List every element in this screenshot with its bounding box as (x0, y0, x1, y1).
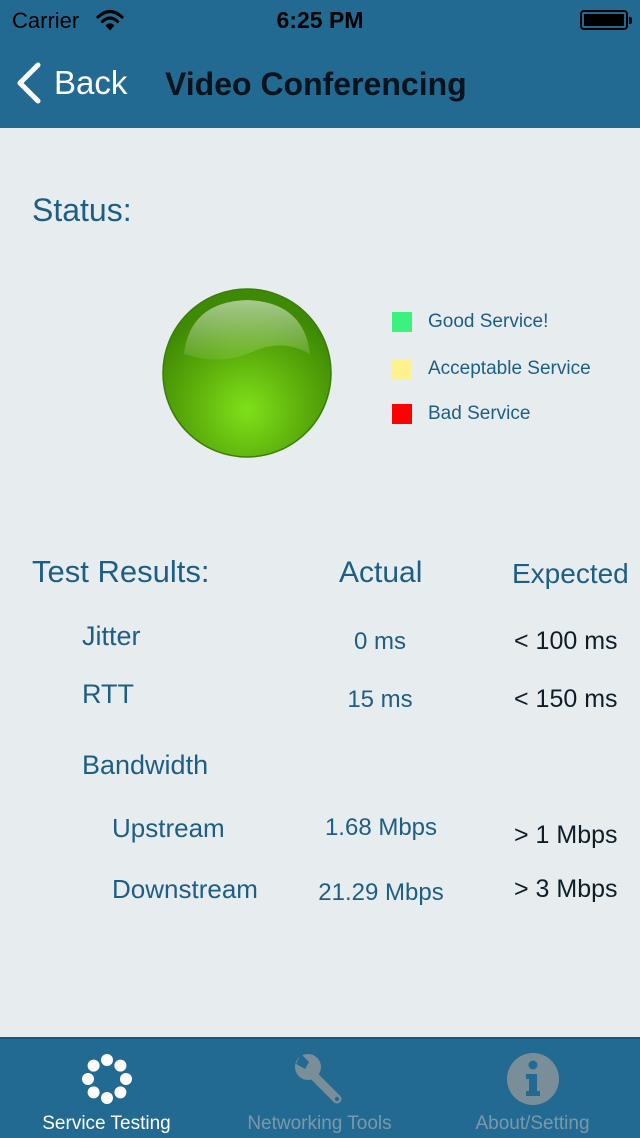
legend-swatch-good (392, 312, 412, 332)
tab-service-testing[interactable]: Service Testing (0, 1039, 213, 1138)
chevron-left-icon (17, 62, 41, 104)
info-icon (506, 1053, 559, 1105)
downstream-expected-value: > 3 Mbps (514, 875, 618, 903)
jitter-expected-value: < 100 ms (514, 627, 618, 655)
bandwidth-label: Bandwidth (82, 750, 209, 780)
jitter-label: Jitter (82, 621, 141, 651)
legend-item-good: Good Service! (392, 311, 548, 333)
status-bar: Carrier 6:25 PM (0, 0, 640, 40)
rtt-label: RTT (82, 679, 134, 709)
tab-bar: Service Testing Networking Tools About/S… (0, 1037, 640, 1138)
test-results-heading: Test Results: (32, 554, 210, 589)
actual-column-header: Actual (339, 556, 423, 589)
legend-item-bad: Bad Service (392, 403, 530, 425)
downstream-actual-value: 21.29 Mbps (318, 879, 444, 906)
downstream-label: Downstream (112, 874, 258, 904)
wrench-icon (294, 1054, 341, 1104)
legend-item-acceptable: Acceptable Service (392, 358, 591, 380)
tab-about-setting[interactable]: About/Setting (426, 1039, 639, 1138)
top-bar: Carrier 6:25 PM Back Video Conferencing (0, 0, 640, 128)
upstream-expected-value: > 1 Mbps (514, 821, 618, 849)
rtt-actual-value: 15 ms (347, 686, 413, 713)
back-label: Back (54, 64, 128, 101)
tab-networking-tools[interactable]: Networking Tools (213, 1039, 426, 1138)
legend-label-acceptable: Acceptable Service (428, 358, 591, 379)
tab-label-networking-tools: Networking Tools (247, 1113, 392, 1134)
legend-swatch-acceptable (392, 359, 412, 379)
clock-time: 6:25 PM (276, 7, 364, 33)
tab-label-service-testing: Service Testing (42, 1113, 171, 1134)
spinner-icon (81, 1054, 132, 1104)
tab-label-about-setting: About/Setting (475, 1113, 590, 1134)
legend-label-bad: Bad Service (428, 403, 531, 424)
jitter-actual-value: 0 ms (353, 628, 406, 655)
battery-icon (580, 10, 632, 30)
back-button[interactable]: Back (14, 58, 127, 108)
legend-label-good: Good Service! (428, 311, 549, 332)
upstream-label: Upstream (112, 813, 225, 843)
expected-column-header: Expected (512, 558, 629, 589)
status-heading: Status: (32, 192, 132, 228)
page-title: Video Conferencing (165, 66, 467, 102)
rtt-expected-value: < 150 ms (514, 685, 618, 713)
upstream-actual-value: 1.68 Mbps (324, 814, 438, 841)
status-indicator-light (162, 288, 332, 458)
legend-swatch-bad (392, 404, 412, 424)
